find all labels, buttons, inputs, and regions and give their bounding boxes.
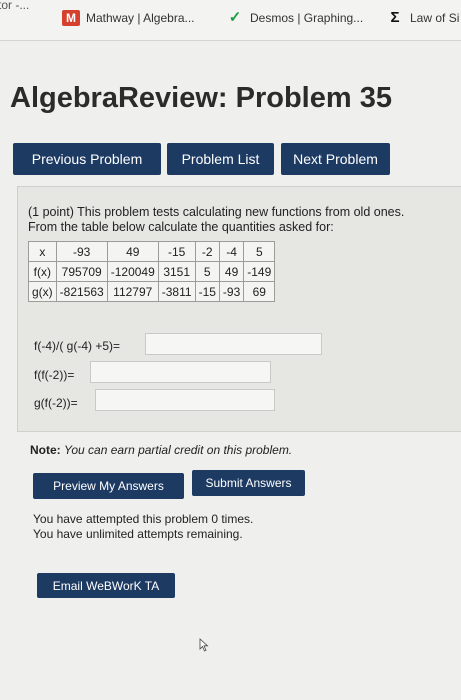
sigma-icon: Σ bbox=[390, 9, 400, 26]
intro-line: From the table below calculate the quant… bbox=[28, 220, 334, 234]
bookmark-label: Desmos | Graphing... bbox=[250, 11, 364, 25]
table-cell: f(x) bbox=[28, 261, 57, 282]
mouse-cursor-icon bbox=[199, 638, 209, 652]
table-cell: -2 bbox=[194, 241, 220, 262]
table-row: f(x) 795709 -120049 3151 5 49 -149 bbox=[28, 261, 276, 282]
bookmark-desmos[interactable]: ✓ Desmos | Graphing... bbox=[226, 10, 363, 26]
bookmark-label: Mathway | Algebra... bbox=[86, 11, 195, 25]
note-label: Note: bbox=[30, 443, 61, 457]
table-cell: -15 bbox=[157, 241, 196, 262]
table-cell: 112797 bbox=[106, 281, 159, 302]
bookmark-law-of-sines[interactable]: Σ Law of Si bbox=[386, 10, 459, 26]
bookmarks-bar: tor -... M Mathway | Algebra... ✓ Desmos… bbox=[0, 0, 461, 41]
table-cell: -15 bbox=[194, 281, 220, 302]
table-cell: -120049 bbox=[106, 261, 159, 282]
mathway-icon: M bbox=[62, 10, 80, 26]
next-problem-button[interactable]: Next Problem bbox=[281, 143, 390, 175]
intro-line: (1 point) This problem tests calculating… bbox=[28, 205, 405, 219]
table-cell: 795709 bbox=[55, 261, 108, 282]
bookmark-label: tor -... bbox=[0, 0, 30, 12]
answer-input-1[interactable] bbox=[145, 333, 322, 355]
attempts-info: You have attempted this problem 0 times.… bbox=[33, 512, 253, 542]
attempts-line: You have attempted this problem 0 times. bbox=[33, 512, 254, 526]
table-cell: -3811 bbox=[157, 281, 196, 302]
problem-list-button[interactable]: Problem List bbox=[167, 143, 274, 175]
table-cell: -93 bbox=[55, 241, 108, 262]
table-cell: -821563 bbox=[55, 281, 108, 302]
question-3-label: g(f(-2))= bbox=[34, 396, 78, 410]
question-2-label: f(f(-2))= bbox=[34, 368, 75, 382]
email-ta-button[interactable]: Email WeBWorK TA bbox=[37, 573, 175, 598]
table-cell: 5 bbox=[243, 241, 276, 262]
question-1-label: f(-4)/( g(-4) +5)= bbox=[34, 339, 121, 353]
values-table: x -93 49 -15 -2 -4 5 f(x) 795709 -120049… bbox=[28, 241, 276, 302]
problem-body: (1 point) This problem tests calculating… bbox=[17, 186, 461, 432]
table-cell: 5 bbox=[194, 261, 220, 282]
answer-input-2[interactable] bbox=[90, 361, 271, 383]
submit-answers-button[interactable]: Submit Answers bbox=[192, 470, 305, 496]
table-row: g(x) -821563 112797 -3811 -15 -93 69 bbox=[28, 281, 276, 302]
table-row: x -93 49 -15 -2 -4 5 bbox=[28, 241, 276, 262]
partial-credit-note: Note: You can earn partial credit on thi… bbox=[30, 443, 292, 457]
bookmark-label: Law of Si bbox=[410, 11, 460, 25]
table-cell: g(x) bbox=[28, 281, 57, 302]
table-cell: -4 bbox=[218, 241, 245, 262]
table-cell: 69 bbox=[243, 281, 276, 302]
desmos-icon: ✓ bbox=[228, 9, 242, 26]
table-cell: x bbox=[28, 241, 57, 262]
note-text: You can earn partial credit on this prob… bbox=[64, 443, 293, 457]
page-title: AlgebraReview: Problem 35 bbox=[10, 82, 392, 114]
table-cell: 3151 bbox=[157, 261, 196, 282]
problem-intro: (1 point) This problem tests calculating… bbox=[28, 205, 404, 235]
table-cell: -93 bbox=[218, 281, 245, 302]
preview-answers-button[interactable]: Preview My Answers bbox=[33, 473, 184, 499]
answer-input-3[interactable] bbox=[95, 389, 275, 411]
bookmark-mathway[interactable]: M Mathway | Algebra... bbox=[62, 10, 195, 26]
table-cell: 49 bbox=[218, 261, 245, 282]
table-cell: 49 bbox=[106, 241, 159, 262]
attempts-line: You have unlimited attempts remaining. bbox=[33, 527, 243, 541]
table-cell: -149 bbox=[243, 261, 276, 282]
bookmark-partial[interactable]: tor -... bbox=[0, 0, 29, 12]
previous-problem-button[interactable]: Previous Problem bbox=[13, 143, 161, 175]
